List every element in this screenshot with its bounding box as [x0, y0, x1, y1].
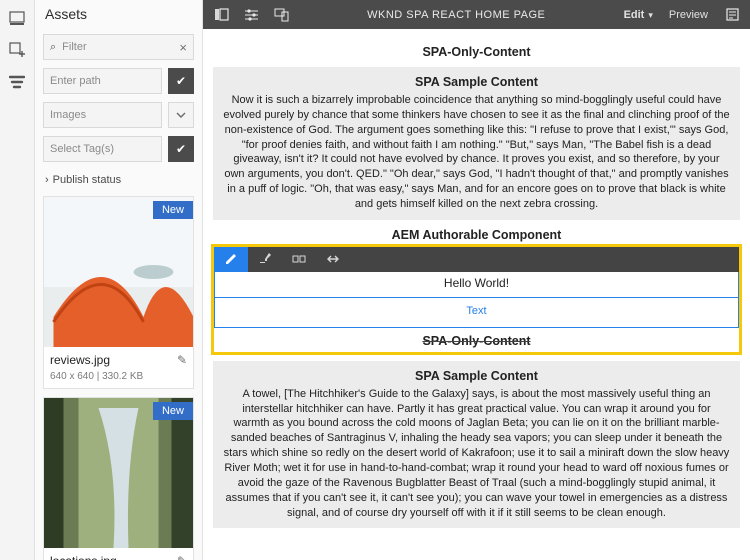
- configure-tool-icon[interactable]: [248, 247, 282, 272]
- filter-placeholder: Filter: [62, 41, 86, 53]
- page-info-icon[interactable]: [724, 7, 740, 23]
- tags-input[interactable]: Select Tag(s): [43, 136, 162, 162]
- asset-thumbnail: [44, 197, 193, 347]
- sample-content-block: SPA Sample Content A towel, [The Hitchhi…: [213, 361, 740, 529]
- type-select[interactable]: Images: [43, 102, 162, 128]
- sample-body: A towel, [The Hitchhiker's Guide to the …: [223, 387, 730, 521]
- new-badge: New: [153, 402, 193, 420]
- path-placeholder: Enter path: [50, 75, 101, 87]
- path-check-toggle[interactable]: ✔: [168, 68, 194, 94]
- edit-asset-icon[interactable]: ✎: [177, 554, 187, 560]
- spa-only-heading-struck: SPA-Only-Content: [214, 328, 739, 352]
- toggle-panel-icon[interactable]: [213, 7, 229, 23]
- preview-settings-icon[interactable]: [243, 7, 259, 23]
- preview-link[interactable]: Preview: [669, 9, 708, 21]
- device-emulator-icon[interactable]: [273, 7, 289, 23]
- assets-title: Assets: [35, 0, 202, 30]
- filter-input[interactable]: ⌕ Filter ×: [43, 34, 194, 60]
- text-drop-zone[interactable]: Text: [214, 298, 739, 328]
- add-component-icon[interactable]: [7, 40, 27, 60]
- chevron-right-icon: ›: [45, 174, 49, 186]
- asset-thumbnail: [44, 398, 193, 548]
- publish-status-toggle[interactable]: › Publish status: [35, 166, 202, 194]
- asset-card[interactable]: New locations.jpg ✎: [43, 397, 194, 560]
- component-toolbar: [214, 247, 739, 272]
- asset-card[interactable]: New reviews.jpg ✎ 640 x 640 | 330.2 KB: [43, 196, 194, 389]
- edit-tool-icon[interactable]: [214, 247, 248, 272]
- editor-canvas: WKND SPA REACT HOME PAGE Edit▾ Preview S…: [203, 0, 750, 560]
- sample-body: Now it is such a bizarrely improbable co…: [223, 93, 730, 212]
- path-input[interactable]: Enter path: [43, 68, 162, 94]
- type-dropdown-caret[interactable]: [168, 102, 194, 128]
- publish-status-label: Publish status: [53, 174, 121, 186]
- type-value: Images: [50, 109, 86, 121]
- left-rail: [0, 0, 35, 560]
- aem-component-heading: AEM Authorable Component: [213, 228, 740, 242]
- editor-topbar: WKND SPA REACT HOME PAGE Edit▾ Preview: [203, 0, 750, 29]
- content-tree-icon[interactable]: [7, 72, 27, 92]
- asset-name: reviews.jpg: [50, 353, 110, 367]
- tags-check-toggle[interactable]: ✔: [168, 136, 194, 162]
- spa-only-heading: SPA-Only-Content: [213, 45, 740, 59]
- convert-tool-icon[interactable]: [316, 247, 350, 272]
- edit-asset-icon[interactable]: ✎: [177, 353, 187, 367]
- assets-panel-icon[interactable]: [7, 8, 27, 28]
- mode-label: Edit: [624, 9, 645, 21]
- asset-dimensions: 640 x 640 | 330.2 KB: [44, 371, 193, 388]
- new-badge: New: [153, 201, 193, 219]
- text-component[interactable]: Hello World!: [214, 272, 739, 298]
- selected-component-zone[interactable]: Hello World! Text SPA-Only-Content: [211, 244, 742, 355]
- sample-title: SPA Sample Content: [223, 75, 730, 89]
- search-icon: ⌕: [50, 41, 56, 54]
- page-title: WKND SPA REACT HOME PAGE: [289, 9, 624, 21]
- mode-switcher[interactable]: Edit▾: [624, 9, 653, 21]
- asset-name: locations.jpg: [50, 554, 117, 560]
- clear-filter-icon[interactable]: ×: [179, 40, 187, 55]
- layout-tool-icon[interactable]: [282, 247, 316, 272]
- sample-content-block: SPA Sample Content Now it is such a biza…: [213, 67, 740, 220]
- tags-placeholder: Select Tag(s): [50, 143, 114, 155]
- sample-title: SPA Sample Content: [223, 369, 730, 383]
- page-content: SPA-Only-Content SPA Sample Content Now …: [203, 29, 750, 560]
- assets-panel: Assets ⌕ Filter × Enter path ✔ Images Se…: [35, 0, 203, 560]
- chevron-down-icon: ▾: [648, 10, 653, 20]
